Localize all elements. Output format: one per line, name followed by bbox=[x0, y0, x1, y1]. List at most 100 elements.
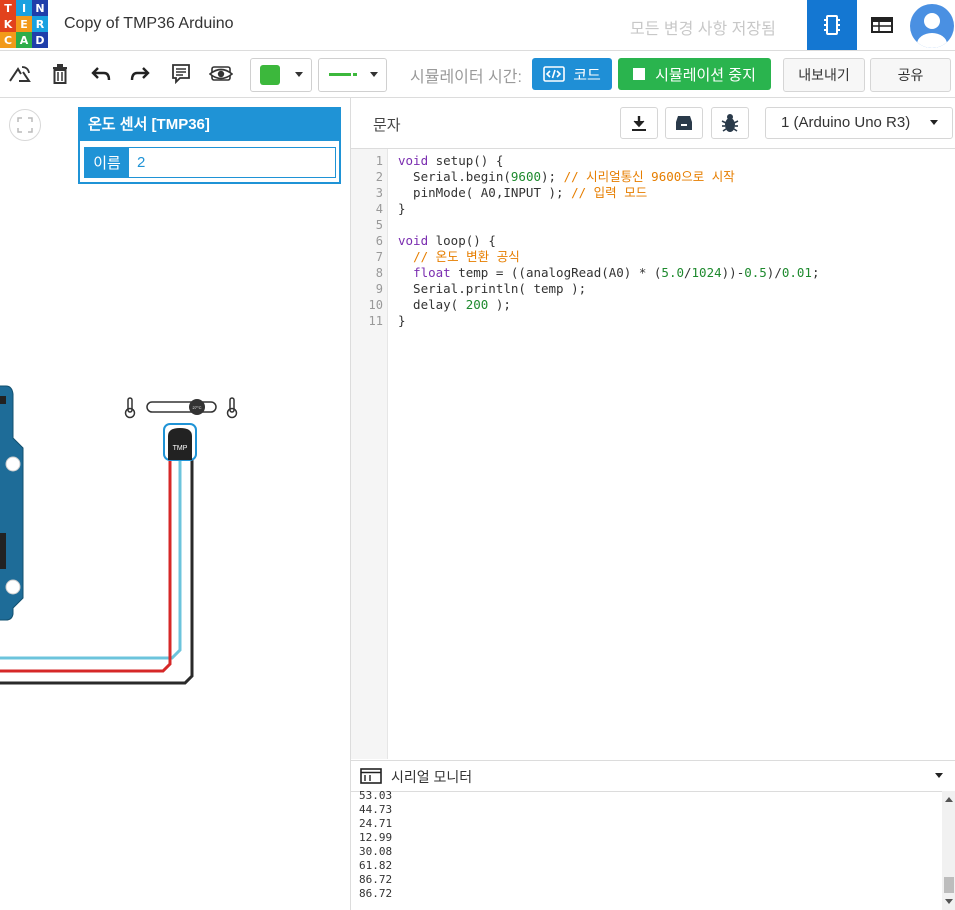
archive-icon bbox=[676, 116, 692, 130]
logo-letter: R bbox=[32, 16, 48, 32]
thermometer-cold-icon bbox=[124, 397, 136, 419]
note-icon bbox=[172, 64, 190, 84]
device-select-value: 1 (Arduino Uno R3) bbox=[781, 114, 911, 131]
editor-toolbar: 시뮬레이터 시간: 코드 시뮬레이션 중지 내보내기 공유 bbox=[0, 51, 955, 98]
code-line: } bbox=[398, 201, 406, 216]
export-button[interactable]: 내보내기 bbox=[783, 58, 865, 92]
serial-monitor-header[interactable]: 시리얼 모니터 bbox=[351, 760, 955, 792]
wire-signal[interactable] bbox=[0, 458, 182, 660]
sensor-label: TMP bbox=[173, 445, 188, 452]
slider-temp-label: 27°C bbox=[193, 405, 202, 410]
component-list-button[interactable] bbox=[857, 0, 907, 50]
stop-icon bbox=[633, 68, 646, 80]
thermometer-hot-icon bbox=[226, 397, 238, 419]
serial-line: 24.71 bbox=[359, 817, 393, 830]
device-select[interactable]: 1 (Arduino Uno R3) bbox=[765, 107, 953, 139]
component-inspector: 온도 센서 [TMP36] 이름 2 bbox=[78, 107, 341, 184]
trash-icon bbox=[53, 64, 67, 84]
logo-letter: C bbox=[0, 32, 16, 48]
debugger-button[interactable] bbox=[711, 107, 749, 139]
temperature-slider[interactable]: 27°C bbox=[124, 397, 238, 419]
user-icon bbox=[917, 13, 947, 48]
wire-end-icon bbox=[353, 73, 357, 76]
line-number: 10 bbox=[368, 298, 383, 312]
share-button[interactable]: 공유 bbox=[870, 58, 951, 92]
code-icon bbox=[543, 66, 565, 82]
serial-monitor-title: 시리얼 모니터 bbox=[391, 769, 473, 785]
code-line: void setup() { bbox=[398, 153, 504, 168]
name-field: 이름 2 bbox=[84, 147, 336, 178]
scroll-thumb[interactable] bbox=[944, 877, 954, 893]
circuit-icon bbox=[824, 15, 840, 35]
code-line: delay( 200 ); bbox=[398, 297, 511, 312]
wire-type-dropdown[interactable] bbox=[318, 58, 387, 92]
library-button[interactable] bbox=[665, 107, 703, 139]
serial-scrollbar[interactable] bbox=[942, 791, 955, 910]
serial-line: 86.72 bbox=[359, 873, 393, 886]
line-number: 2 bbox=[375, 170, 383, 184]
serial-line: 12.99 bbox=[359, 831, 393, 844]
chevron-down-icon[interactable] bbox=[935, 773, 943, 778]
logo-letter: E bbox=[16, 16, 32, 32]
serial-line: 61.82 bbox=[359, 859, 393, 872]
circuit-canvas[interactable]: 27°C TMP 온도 센서 [TMP36] 이름 2 bbox=[0, 98, 349, 910]
wire-ground[interactable] bbox=[0, 458, 194, 685]
code-editor[interactable]: 1 2 3 4 5 6 7 8 9 10 11 void setup() { Serial.begi… bbox=[351, 149, 955, 759]
scroll-down-arrow-icon[interactable] bbox=[945, 899, 953, 904]
scroll-up-arrow-icon[interactable] bbox=[945, 797, 953, 802]
line-number: 1 bbox=[375, 154, 383, 168]
serial-line: 30.08 bbox=[359, 845, 393, 858]
tmp36-sensor[interactable]: TMP bbox=[163, 423, 197, 461]
project-title[interactable]: Copy of TMP36 Arduino bbox=[64, 15, 234, 33]
code-panel: 문자 1 (Arduino Uno R3) 1 2 3 4 5 6 7 8 9 … bbox=[350, 98, 955, 910]
logo-letter: I bbox=[16, 0, 32, 16]
user-avatar[interactable] bbox=[910, 4, 954, 48]
notes-button[interactable] bbox=[166, 59, 196, 89]
wire-power[interactable] bbox=[0, 458, 172, 673]
toggle-notes-visibility-button[interactable] bbox=[206, 59, 236, 89]
code-line: Serial.begin(9600); // 시리얼통신 9600으로 시작 bbox=[398, 169, 735, 184]
code-line: } bbox=[398, 313, 406, 328]
logo-letter: A bbox=[16, 32, 32, 48]
serial-line: 53.03 bbox=[359, 789, 393, 802]
rotate-button[interactable] bbox=[5, 59, 35, 89]
line-number: 9 bbox=[375, 282, 383, 296]
color-swatch bbox=[260, 65, 280, 85]
line-number: 6 bbox=[375, 234, 383, 248]
chevron-down-icon bbox=[370, 72, 378, 77]
color-dropdown[interactable] bbox=[250, 58, 312, 92]
download-code-button[interactable] bbox=[620, 107, 658, 139]
circuit-view-button[interactable] bbox=[807, 0, 857, 50]
code-button[interactable]: 코드 bbox=[532, 58, 612, 90]
save-status: 모든 변경 사항 저장됨 bbox=[630, 21, 776, 38]
code-panel-header: 문자 1 (Arduino Uno R3) bbox=[351, 98, 955, 149]
code-line: float temp = ((analogRead(A0) * (5.0/102… bbox=[413, 265, 820, 280]
circuit-drawing: 27°C TMP bbox=[0, 385, 238, 685]
stop-simulation-button[interactable]: 시뮬레이션 중지 bbox=[618, 58, 771, 90]
serial-line: 44.73 bbox=[359, 803, 393, 816]
chevron-down-icon bbox=[930, 120, 938, 125]
serial-output: 53.03 44.73 24.71 12.99 30.08 61.82 86.72 86.72 bbox=[351, 789, 941, 910]
code-button-label: 코드 bbox=[573, 66, 601, 84]
undo-icon bbox=[91, 67, 111, 81]
arduino-board[interactable] bbox=[0, 385, 24, 621]
delete-button[interactable] bbox=[45, 59, 75, 89]
bug-icon bbox=[721, 114, 739, 132]
line-number: 4 bbox=[375, 202, 383, 216]
tinkercad-logo[interactable]: TINKERCAD bbox=[0, 0, 48, 48]
code-line: Serial.println( temp ); bbox=[398, 281, 587, 296]
name-input[interactable]: 2 bbox=[129, 148, 335, 177]
line-number-gutter: 1 2 3 4 5 6 7 8 9 10 11 bbox=[351, 149, 388, 759]
wire-style-icon bbox=[329, 73, 351, 76]
eye-icon bbox=[209, 66, 233, 81]
undo-button[interactable] bbox=[86, 59, 116, 89]
serial-line: 86.72 bbox=[359, 887, 393, 900]
line-number: 8 bbox=[375, 266, 383, 280]
code-mode-label[interactable]: 문자 bbox=[373, 114, 401, 135]
simulator-time-label: 시뮬레이터 시간: bbox=[410, 69, 522, 86]
code-line: // 온도 변환 공식 bbox=[413, 249, 520, 264]
code-line: pinMode( A0,INPUT ); // 입력 모드 bbox=[398, 185, 648, 200]
redo-button[interactable] bbox=[125, 59, 155, 89]
rotate-icon bbox=[9, 66, 31, 82]
